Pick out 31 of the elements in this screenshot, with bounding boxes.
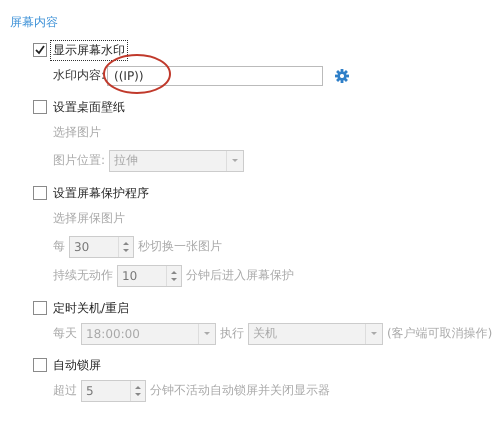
field-label: 每天	[53, 325, 77, 342]
field-label: 每	[53, 238, 65, 255]
checkbox-label[interactable]: 定时关机/重启	[51, 298, 132, 318]
watermark-content-field[interactable]: ((IP))	[107, 66, 324, 86]
field-label: 执行	[220, 325, 244, 342]
checkbox[interactable]	[33, 186, 47, 200]
field-label: 图片位置:	[53, 152, 106, 169]
checkbox[interactable]	[33, 100, 47, 114]
checkbox-label[interactable]: 自动锁屏	[51, 356, 103, 374]
field-label: 选择图片	[53, 124, 101, 141]
number-spinner[interactable]: 10	[117, 264, 182, 286]
caret-icon	[371, 332, 377, 335]
field-label: 选择屏保图片	[53, 210, 125, 227]
field-label: 超过	[53, 382, 77, 399]
field-label: 秒切换一张图片	[138, 238, 222, 255]
caret-icon	[232, 159, 238, 162]
caret-icon	[204, 332, 210, 335]
checkbox[interactable]	[33, 358, 47, 372]
checkbox-label[interactable]: 显示屏幕水印	[51, 40, 127, 60]
number-spinner[interactable]: 5	[81, 380, 146, 402]
checkbox-label[interactable]: 设置屏幕保护程序	[51, 184, 151, 202]
field-label: 分钟后进入屏幕保护	[186, 267, 294, 284]
checkbox-label[interactable]: 设置桌面壁纸	[51, 98, 127, 116]
number-spinner[interactable]: 30	[69, 236, 134, 258]
field-label: 持续无动作	[53, 267, 113, 284]
checkbox[interactable]	[33, 43, 47, 57]
settings-icon[interactable]	[335, 68, 350, 82]
field-label: (客户端可取消操作)	[387, 325, 492, 342]
section-title: 屏幕内容	[10, 14, 59, 30]
checkbox[interactable]	[33, 301, 47, 315]
field-label: 分钟不活动自动锁屏并关闭显示器	[150, 382, 330, 399]
